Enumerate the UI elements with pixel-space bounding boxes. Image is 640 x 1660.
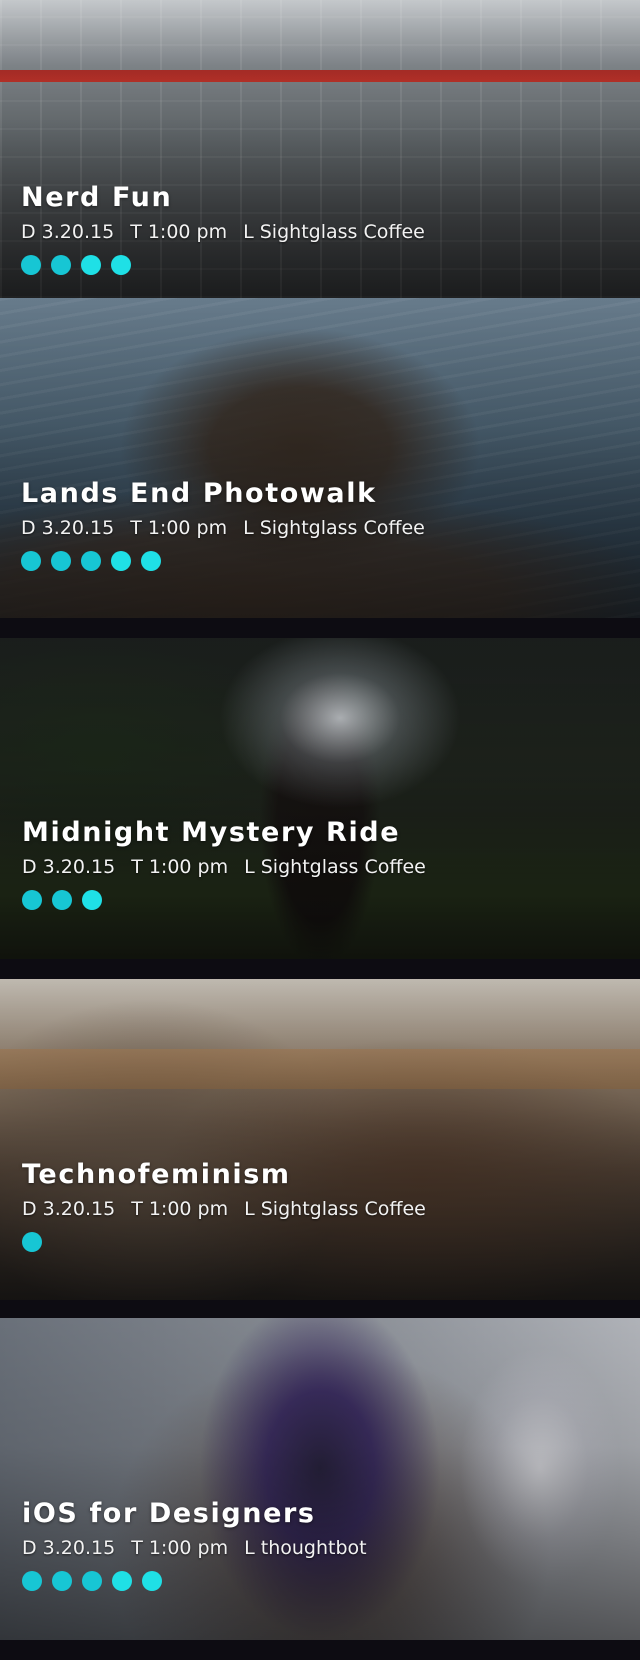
event-meta: D 3.20.15 T 1:00 pm L Sightglass Coffee — [22, 1196, 620, 1222]
attendee-dot — [111, 255, 131, 275]
event-meta: D 3.20.15 T 1:00 pm L Sightglass Coffee — [21, 219, 620, 245]
event-date: D 3.20.15 — [21, 517, 115, 539]
card-divider — [0, 959, 640, 979]
event-date: D 3.20.15 — [22, 856, 116, 878]
event-title: Midnight Mystery Ride — [22, 817, 401, 848]
event-title: iOS for Designers — [22, 1498, 316, 1529]
attendee-dot — [52, 1571, 72, 1591]
event-time: T 1:00 pm — [131, 1537, 229, 1559]
event-card-nerd-fun[interactable]: Nerd Fun D 3.20.15 T 1:00 pm L Sightglass … — [0, 0, 640, 298]
attendee-dots — [22, 1232, 620, 1254]
event-time: T 1:00 pm — [131, 856, 229, 878]
event-card-lands-end-photowalk[interactable]: Lands End Photowalk D 3.20.15 T 1:00 pm L … — [0, 298, 640, 618]
event-feed: Nerd Fun D 3.20.15 T 1:00 pm L Sightglass … — [0, 0, 640, 1660]
attendee-dot — [82, 890, 102, 910]
event-date: D 3.20.15 — [22, 1537, 116, 1559]
event-location: L Sightglass Coffee — [243, 517, 425, 539]
attendee-dot — [81, 255, 101, 275]
event-meta: D 3.20.15 T 1:00 pm L Sightglass Coffee — [22, 854, 620, 880]
attendee-dots — [21, 551, 620, 573]
attendee-dot — [142, 1571, 162, 1591]
attendee-dot — [22, 890, 42, 910]
card-divider — [0, 1640, 640, 1660]
attendee-dot — [21, 255, 41, 275]
event-meta: D 3.20.15 T 1:00 pm L Sightglass Coffee — [21, 515, 620, 541]
event-location: L thoughtbot — [244, 1537, 367, 1559]
attendee-dot — [51, 255, 71, 275]
event-card-ios-for-designers[interactable]: iOS for Designers D 3.20.15 T 1:00 pm L th… — [0, 1318, 640, 1640]
event-location: L Sightglass Coffee — [244, 1198, 426, 1220]
attendee-dot — [21, 551, 41, 571]
attendee-dot — [22, 1232, 42, 1252]
attendee-dot — [111, 551, 131, 571]
event-title: Technofeminism — [22, 1159, 291, 1190]
event-date: D 3.20.15 — [21, 221, 115, 243]
event-location: L Sightglass Coffee — [244, 856, 426, 878]
event-time: T 1:00 pm — [130, 221, 228, 243]
attendee-dots — [22, 890, 620, 912]
attendee-dot — [22, 1571, 42, 1591]
event-card-midnight-mystery-ride[interactable]: Midnight Mystery Ride D 3.20.15 T 1:00 pm… — [0, 638, 640, 959]
attendee-dots — [21, 255, 620, 277]
attendee-dot — [112, 1571, 132, 1591]
event-time: T 1:00 pm — [131, 1198, 229, 1220]
event-card-technofeminism[interactable]: Technofeminism D 3.20.15 T 1:00 pm L Sight… — [0, 979, 640, 1300]
card-divider — [0, 1300, 640, 1318]
event-date: D 3.20.15 — [22, 1198, 116, 1220]
event-title: Lands End Photowalk — [21, 478, 377, 509]
attendee-dots — [22, 1571, 620, 1593]
event-time: T 1:00 pm — [130, 517, 228, 539]
attendee-dot — [82, 1571, 102, 1591]
event-title: Nerd Fun — [21, 182, 173, 213]
event-meta: D 3.20.15 T 1:00 pm L thoughtbot — [22, 1535, 620, 1561]
card-divider — [0, 618, 640, 638]
event-location: L Sightglass Coffee — [243, 221, 425, 243]
attendee-dot — [81, 551, 101, 571]
attendee-dot — [51, 551, 71, 571]
attendee-dot — [141, 551, 161, 571]
attendee-dot — [52, 890, 72, 910]
